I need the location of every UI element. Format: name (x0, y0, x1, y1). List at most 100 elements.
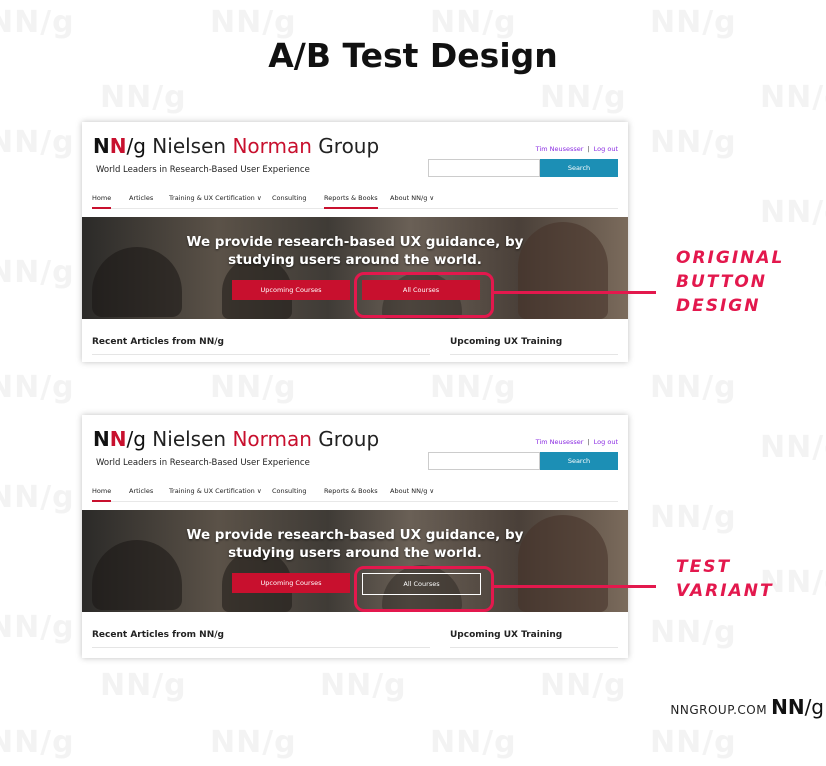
watermark: NN/g (0, 725, 75, 760)
site-logo[interactable]: NN/g Nielsen Norman Group (93, 427, 379, 451)
logo-slash-g: /g (126, 134, 146, 158)
logout-link[interactable]: Log out (594, 145, 618, 153)
watermark: NN/g (540, 668, 627, 703)
hero-headline-line2: studying users around the world. (228, 545, 482, 561)
watermark: NN/g (100, 668, 187, 703)
variant-callout-line (491, 585, 656, 588)
watermark: NN/g (430, 370, 517, 405)
watermark: NN/g (320, 668, 407, 703)
user-name-link[interactable]: Tim Neusesser (536, 438, 584, 446)
annotation-line: BUTTON (676, 272, 768, 292)
footer-url: NNGROUP.COM (670, 703, 768, 717)
original-callout-line (491, 291, 656, 294)
watermark: NN/g (0, 255, 75, 290)
original-annotation: ORIGINAL BUTTON DESIGN (676, 246, 784, 318)
logo-n-red: N (109, 427, 127, 451)
nav-about[interactable]: About NN/g ∨ (390, 194, 434, 202)
divider (450, 354, 618, 355)
annotation-line: ORIGINAL (676, 248, 785, 268)
footer-logo-g: /g (804, 695, 824, 719)
search-input[interactable] (428, 159, 540, 177)
watermark: NN/g (540, 80, 627, 115)
user-name-link[interactable]: Tim Neusesser (536, 145, 584, 153)
logout-link[interactable]: Log out (594, 438, 618, 446)
logo-n-red: N (109, 134, 127, 158)
logo-norman: Norman (232, 427, 312, 451)
site-tagline: World Leaders in Research-Based User Exp… (96, 458, 310, 468)
original-button-highlight (354, 272, 494, 318)
recent-articles-heading: Recent Articles from NN/g (92, 337, 224, 347)
hero-headline-line1: We provide research-based UX guidance, b… (186, 234, 524, 250)
watermark: NN/g (210, 5, 297, 40)
nav-reports[interactable]: Reports & Books (324, 487, 378, 495)
annotation-line: DESIGN (676, 296, 761, 316)
nav-home[interactable]: Home (92, 487, 112, 502)
nav-consulting[interactable]: Consulting (272, 194, 307, 202)
upcoming-courses-button[interactable]: Upcoming Courses (232, 573, 350, 593)
nav-about[interactable]: About NN/g ∨ (390, 487, 434, 495)
nav-consulting[interactable]: Consulting (272, 487, 307, 495)
logo-n: N (93, 427, 110, 451)
watermark: NN/g (650, 125, 737, 160)
watermark: NN/g (650, 500, 737, 535)
upcoming-training-heading: Upcoming UX Training (450, 337, 563, 347)
watermark: NN/g (0, 480, 75, 515)
nav-training[interactable]: Training & UX Certification ∨ (169, 487, 262, 495)
search-button[interactable]: Search (540, 159, 618, 177)
separator: | (587, 145, 590, 153)
original-design-screenshot: NN/g Nielsen Norman Group World Leaders … (82, 122, 628, 362)
nav-reports[interactable]: Reports & Books (324, 194, 378, 209)
footer-logo: NN/g (771, 695, 824, 719)
user-links: Tim Neusesser | Log out (536, 438, 618, 446)
watermark: NN/g (0, 610, 75, 645)
hero-headline-line1: We provide research-based UX guidance, b… (186, 527, 524, 543)
variant-button-highlight (354, 566, 494, 612)
footer-logo-nn: NN (771, 695, 805, 719)
logo-slash-g: /g (126, 427, 146, 451)
logo-group: Group (318, 134, 380, 158)
main-nav: Home Articles Training & UX Certificatio… (92, 487, 618, 502)
divider (92, 647, 430, 648)
watermark: NN/g (760, 430, 826, 465)
user-links: Tim Neusesser | Log out (536, 145, 618, 153)
logo-group: Group (318, 427, 380, 451)
watermark: NN/g (650, 725, 737, 760)
divider (450, 647, 618, 648)
hero-headline-line2: studying users around the world. (228, 252, 482, 268)
watermark: NN/g (210, 370, 297, 405)
watermark: NN/g (430, 5, 517, 40)
watermark: NN/g (650, 615, 737, 650)
search-button[interactable]: Search (540, 452, 618, 470)
watermark: NN/g (430, 725, 517, 760)
recent-articles-heading: Recent Articles from NN/g (92, 630, 224, 640)
footer-brand: NNGROUP.COM NN/g (670, 695, 824, 719)
logo-nielsen: Nielsen (152, 134, 227, 158)
separator: | (587, 438, 590, 446)
upcoming-courses-button[interactable]: Upcoming Courses (232, 280, 350, 300)
logo-n: N (93, 134, 110, 158)
watermark: NN/g (0, 370, 75, 405)
variant-design-screenshot: NN/g Nielsen Norman Group World Leaders … (82, 415, 628, 658)
watermark: NN/g (210, 725, 297, 760)
watermark: NN/g (0, 5, 75, 40)
watermark: NN/g (100, 80, 187, 115)
watermark: NN/g (650, 370, 737, 405)
annotation-line: TEST (676, 557, 732, 577)
watermark: NN/g (0, 125, 75, 160)
watermark: NN/g (760, 195, 826, 230)
nav-articles[interactable]: Articles (129, 487, 153, 495)
site-logo[interactable]: NN/g Nielsen Norman Group (93, 134, 379, 158)
divider (92, 354, 430, 355)
search-input[interactable] (428, 452, 540, 470)
nav-training[interactable]: Training & UX Certification ∨ (169, 194, 262, 202)
nav-articles[interactable]: Articles (129, 194, 153, 202)
main-nav: Home Articles Training & UX Certificatio… (92, 194, 618, 209)
site-tagline: World Leaders in Research-Based User Exp… (96, 165, 310, 175)
annotation-line: VARIANT (676, 581, 774, 601)
logo-nielsen: Nielsen (152, 427, 227, 451)
watermark: NN/g (760, 80, 826, 115)
logo-norman: Norman (232, 134, 312, 158)
variant-annotation: TEST VARIANT (676, 555, 774, 603)
upcoming-training-heading: Upcoming UX Training (450, 630, 563, 640)
nav-home[interactable]: Home (92, 194, 112, 209)
